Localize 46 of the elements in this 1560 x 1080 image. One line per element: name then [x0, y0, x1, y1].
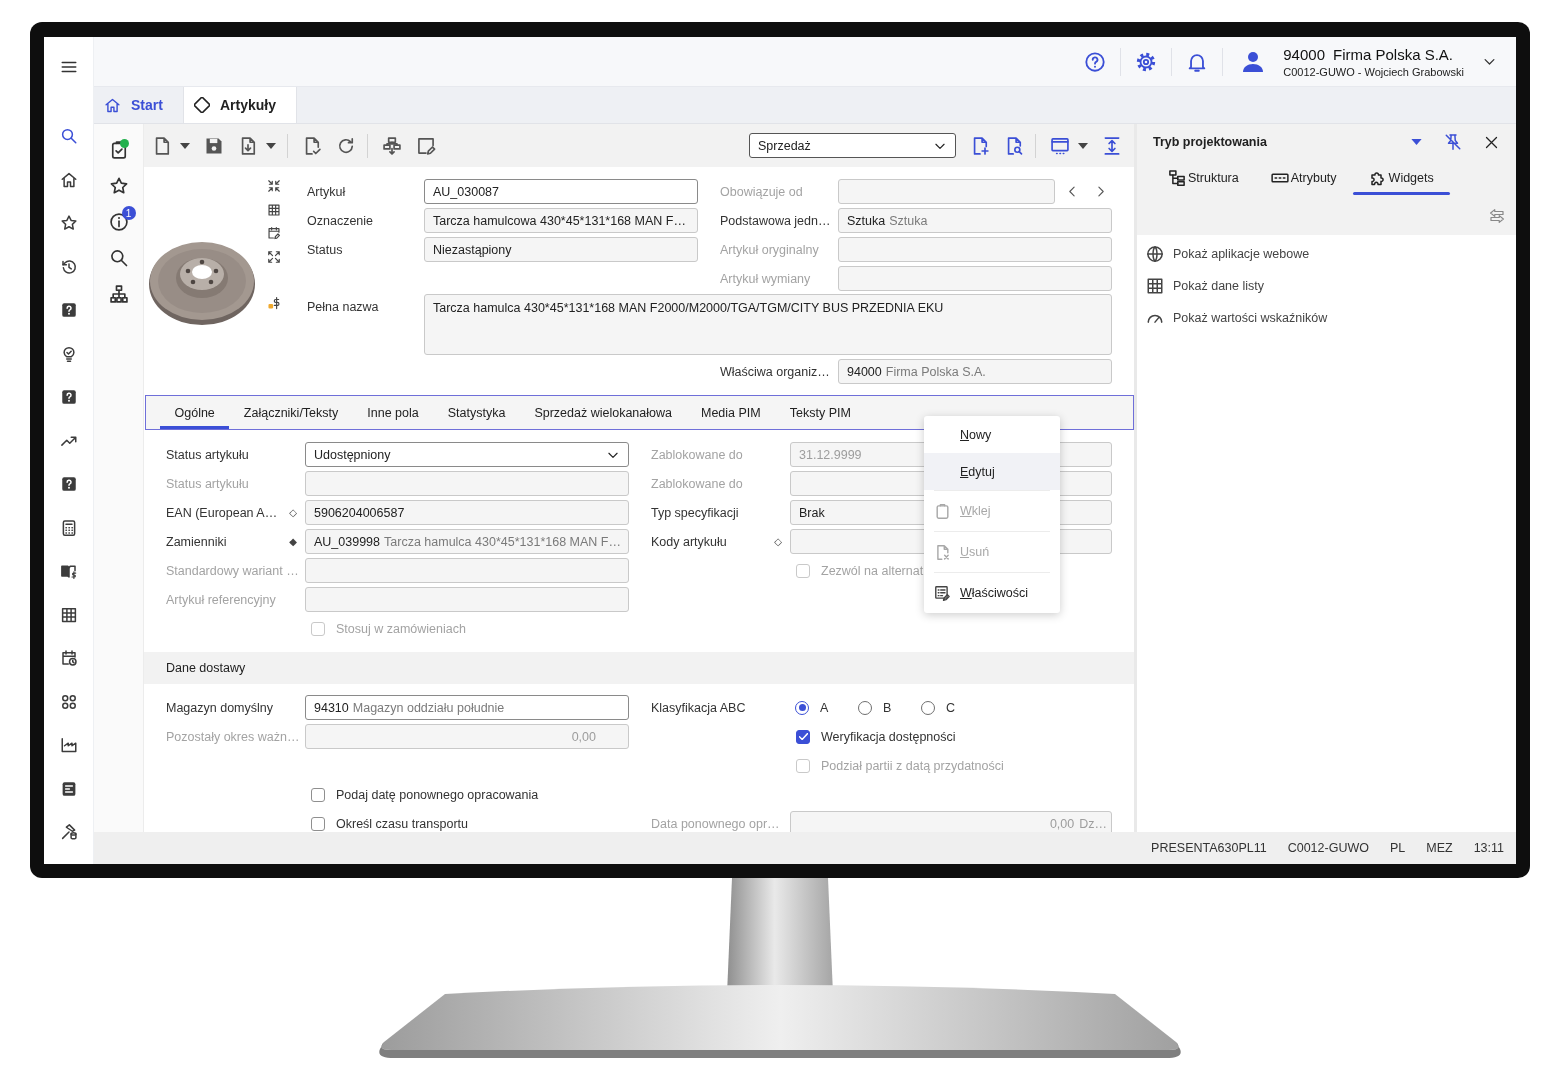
field-label: Oznaczenie	[307, 213, 373, 228]
checkbox-label: Weryfikacja dostępności	[821, 729, 956, 744]
field-label: Pełna nazwa	[307, 300, 379, 314]
field-label: Artykuł	[307, 184, 346, 199]
checkbox-label: Podział partii z datą przydatności	[821, 758, 1004, 773]
radio-label: B	[883, 700, 892, 715]
diamond-icon: ◇	[774, 536, 782, 547]
field-label: Artykuł referencyjny	[166, 592, 276, 607]
field-label: Klasyfikacja ABC	[651, 700, 746, 715]
field-label: Artykuł oryginalny	[720, 242, 819, 257]
status-text: PRESENTA630PL11	[1151, 841, 1267, 855]
notification-badge: 1	[121, 206, 136, 220]
checkbox-label: Podaj datę ponownego opracowania	[336, 787, 539, 802]
field-label: Magazyn domyślny	[166, 700, 273, 715]
checkbox-label: Określ czasu transportu	[336, 816, 468, 831]
field-label: Typ specyfikacji	[651, 505, 739, 520]
radio-label: A	[820, 700, 829, 715]
field-label: Zablokowane do	[651, 476, 743, 491]
panel-title: Tryb projektowania	[1153, 135, 1267, 149]
user-info: C0012-GUWO - Wojciech Grabowski	[1283, 65, 1464, 78]
checkbox-label: Zezwól na alternat	[821, 563, 924, 578]
field-label: Podstawowa jedn…	[720, 213, 831, 228]
status-text: PL	[1389, 841, 1406, 855]
field-label: Status artykułu	[166, 447, 249, 462]
company-code: 94000	[1283, 45, 1325, 63]
field-label: Status artykułu	[166, 476, 249, 491]
field-label: Zablokowane do	[651, 447, 743, 462]
field-label: Zamienniki	[166, 534, 227, 549]
field-label: EAN (European A…	[166, 505, 278, 520]
field-label: Obowiązuje od	[720, 184, 803, 199]
field-label: Data ponownego opr…	[651, 816, 780, 831]
status-text: C0012-GUWO	[1287, 841, 1369, 855]
field-label: Standardowy wariant …	[166, 563, 299, 578]
diamond-icon: ◇	[289, 507, 297, 518]
checkbox-label: Stosuj w zamówieniach	[336, 621, 466, 636]
field-label: Artykuł wymiany	[720, 271, 811, 286]
field-label: Właściwa organiz…	[720, 364, 830, 379]
field-label: Status	[307, 242, 343, 257]
company-name: Firma Polska S.A.	[1333, 45, 1453, 63]
diamond-icon: ◆	[289, 536, 297, 547]
field-label: Kody artykułu	[651, 534, 727, 549]
status-text: MEZ	[1426, 841, 1453, 855]
status-text: 13:11	[1473, 841, 1504, 855]
field-label: Pozostały okres ważn…	[166, 729, 300, 744]
radio-label: C	[946, 700, 956, 715]
section-header: Dane dostawy	[144, 652, 1134, 684]
